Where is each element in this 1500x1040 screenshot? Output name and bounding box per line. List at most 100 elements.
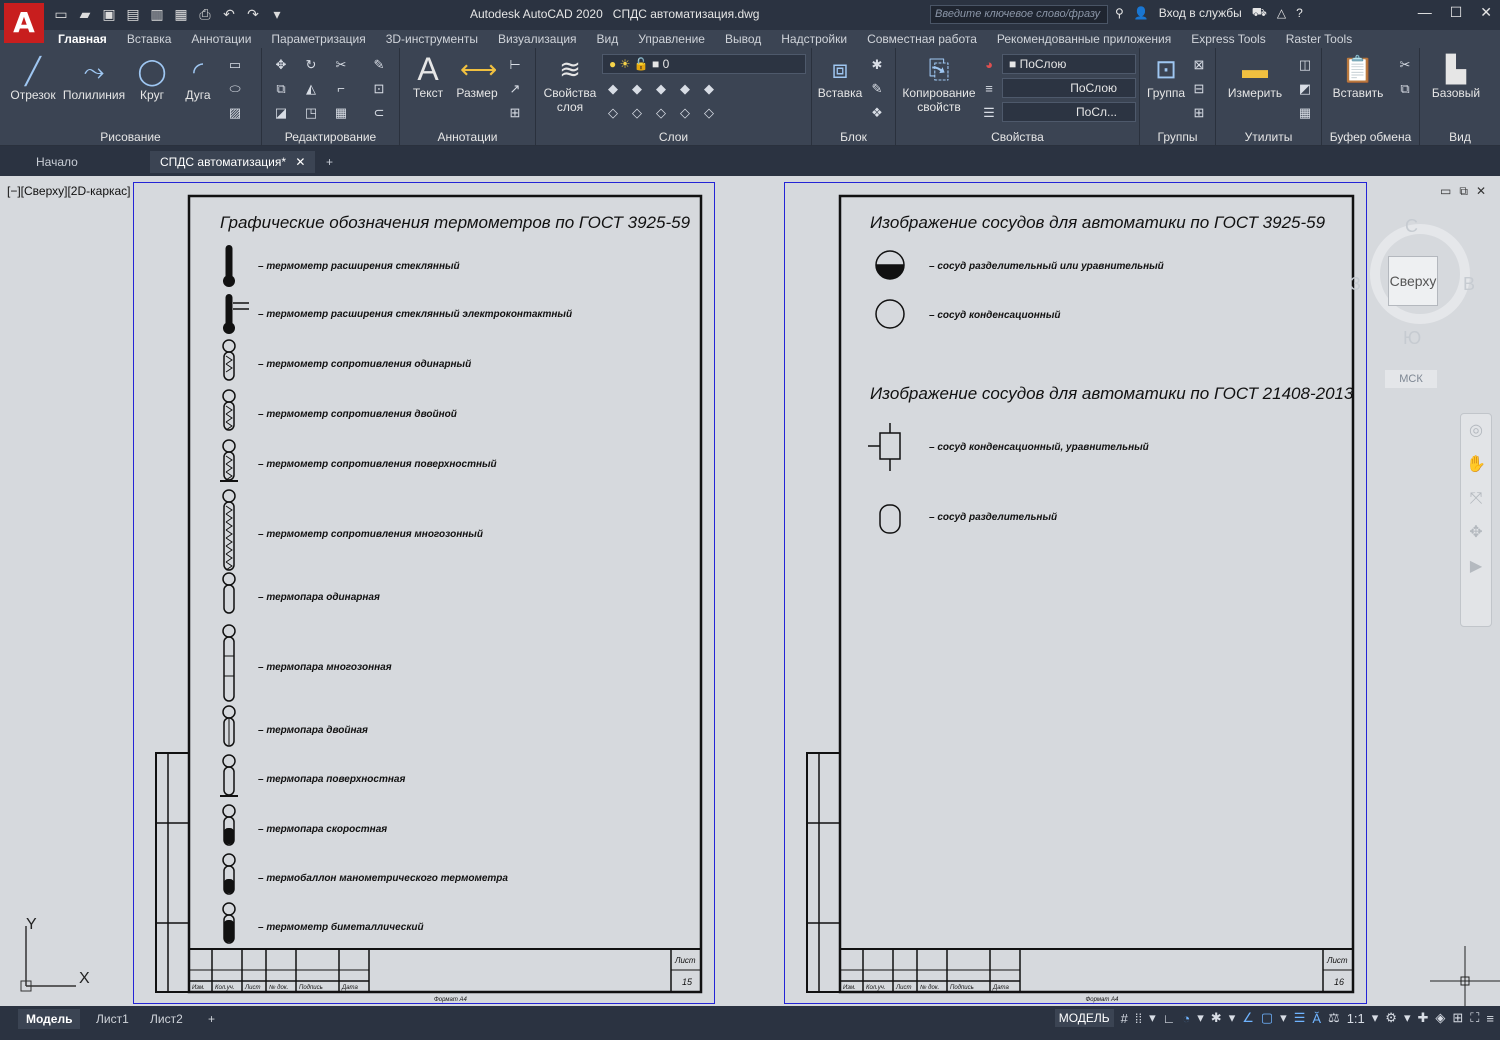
- close-tab-icon[interactable]: ✕: [295, 155, 305, 169]
- layer-tool-icon[interactable]: ◇: [652, 104, 670, 122]
- panel-block-title[interactable]: Блок: [812, 130, 895, 144]
- group-edit-icon[interactable]: ⊟: [1190, 80, 1208, 98]
- help-icon[interactable]: ?: [1296, 6, 1303, 20]
- annotation-scale-icon[interactable]: ⚖: [1328, 1010, 1340, 1026]
- customize-menu-icon[interactable]: ≡: [1486, 1011, 1494, 1026]
- paste-tool[interactable]: 📋 Вставить: [1326, 52, 1390, 100]
- scale-icon[interactable]: ◳: [302, 104, 320, 122]
- annotation-visibility-icon[interactable]: Ӑ: [1312, 1011, 1321, 1026]
- ungroup-icon[interactable]: ⊠: [1190, 56, 1208, 74]
- app-menu-button[interactable]: A: [4, 3, 44, 43]
- save-as-icon[interactable]: ▤: [124, 5, 142, 23]
- create-block-icon[interactable]: ✱: [868, 56, 886, 74]
- layer-tool-icon[interactable]: ◆: [628, 80, 646, 98]
- layer-tool-icon[interactable]: ◆: [676, 80, 694, 98]
- a360-icon[interactable]: △: [1277, 6, 1286, 20]
- color-wheel-icon[interactable]: ◕: [980, 56, 998, 74]
- hardware-acceleration-icon[interactable]: ⊞: [1452, 1010, 1463, 1026]
- close-icon[interactable]: ✕: [1476, 184, 1486, 199]
- ortho-icon[interactable]: ∟: [1163, 1011, 1176, 1026]
- user-icon[interactable]: 👤: [1134, 6, 1149, 20]
- group-tool[interactable]: ⊡ Группа: [1142, 52, 1190, 100]
- copy-icon[interactable]: ⧉: [272, 80, 290, 98]
- leader-icon[interactable]: ↗: [506, 80, 524, 98]
- dropdown-arrow-icon[interactable]: ▾: [1229, 1010, 1236, 1026]
- dropdown-arrow-icon[interactable]: ▾: [1197, 1010, 1204, 1026]
- polar-icon[interactable]: ◔: [1182, 1011, 1190, 1026]
- object-snap-icon[interactable]: ▢: [1261, 1010, 1273, 1026]
- showmotion-icon[interactable]: ▶: [1461, 550, 1491, 584]
- panel-annotation-title[interactable]: Аннотации: [400, 130, 535, 144]
- linetype-icon[interactable]: ≡: [980, 80, 998, 98]
- panel-layers-title[interactable]: Слои: [536, 130, 811, 144]
- ribbon-tab[interactable]: Визуализация: [488, 30, 587, 48]
- new-file-icon[interactable]: ▭: [52, 5, 70, 23]
- ribbon-tab[interactable]: Express Tools: [1181, 30, 1275, 48]
- panel-modify-title[interactable]: Редактирование: [262, 130, 399, 144]
- grid-icon[interactable]: #: [1121, 1011, 1128, 1026]
- layer-tool-icon[interactable]: ◆: [604, 80, 622, 98]
- ribbon-tab[interactable]: Надстройки: [771, 30, 857, 48]
- rotate-icon[interactable]: ↻: [302, 56, 320, 74]
- viewport-controls-label[interactable]: [−][Сверху][2D-каркас]: [7, 184, 131, 198]
- circle-tool[interactable]: ◯ Круг: [132, 54, 172, 102]
- zoom-extents-icon[interactable]: ⤧: [1461, 482, 1491, 516]
- minimize-icon[interactable]: ▭: [1440, 184, 1451, 199]
- clean-screen-icon[interactable]: ⛶: [1470, 1010, 1479, 1026]
- object-snap-tracking-icon[interactable]: ∠: [1242, 1010, 1254, 1026]
- ribbon-tab[interactable]: Вид: [587, 30, 629, 48]
- model-space-button[interactable]: МОДЕЛЬ: [1054, 1009, 1114, 1027]
- dropdown-arrow-icon[interactable]: ▾: [1372, 1010, 1379, 1026]
- lineweight-icon[interactable]: ☰: [980, 104, 998, 122]
- dropdown-arrow-icon[interactable]: ▾: [1280, 1010, 1287, 1026]
- viewcube-face[interactable]: Сверху: [1388, 256, 1438, 306]
- binoculars-icon[interactable]: ⚲: [1115, 6, 1124, 20]
- panel-properties-title[interactable]: Свойства: [896, 130, 1139, 144]
- snap-icon[interactable]: ⁞⁞: [1135, 1011, 1142, 1026]
- fillet-icon[interactable]: ⌐: [332, 80, 350, 98]
- tab-start[interactable]: Начало: [26, 151, 88, 173]
- select-all-icon[interactable]: ◩: [1296, 80, 1314, 98]
- gear-icon[interactable]: ⚙: [1385, 1010, 1397, 1026]
- tab-drawing[interactable]: СПДС автоматизация* ✕: [150, 151, 316, 173]
- panel-utilities-title[interactable]: Утилиты: [1216, 130, 1321, 144]
- compass-east[interactable]: В: [1463, 274, 1475, 295]
- ribbon-tab[interactable]: Рекомендованные приложения: [987, 30, 1181, 48]
- isolate-objects-icon[interactable]: ◈: [1435, 1010, 1445, 1026]
- pan-icon[interactable]: ✋: [1461, 448, 1491, 482]
- add-layout-button[interactable]: +: [200, 1009, 223, 1029]
- dropdown-arrow-icon[interactable]: ▾: [1404, 1010, 1411, 1026]
- ribbon-tab[interactable]: 3D-инструменты: [376, 30, 488, 48]
- cart-icon[interactable]: ⛟: [1252, 5, 1267, 21]
- attribute-icon[interactable]: ❖: [868, 104, 886, 122]
- cut-icon[interactable]: ✂: [1396, 56, 1414, 74]
- panel-groups-title[interactable]: Группы: [1140, 130, 1215, 144]
- wcs-dropdown[interactable]: МСК: [1385, 370, 1437, 388]
- ellipse-icon[interactable]: ⬭: [226, 80, 244, 98]
- ribbon-tab[interactable]: Совместная работа: [857, 30, 987, 48]
- move-icon[interactable]: ✥: [272, 56, 290, 74]
- offset-icon[interactable]: ⊂: [370, 104, 388, 122]
- plus-icon[interactable]: ✚: [1417, 1010, 1428, 1026]
- stretch-icon[interactable]: ◪: [272, 104, 290, 122]
- layer-properties-tool[interactable]: ≋ Свойства слоя: [542, 52, 598, 114]
- rectangle-icon[interactable]: ▭: [226, 56, 244, 74]
- redo-icon[interactable]: ↷: [244, 5, 262, 23]
- layer-tool-icon[interactable]: ◆: [700, 80, 718, 98]
- group-select-icon[interactable]: ⊞: [1190, 104, 1208, 122]
- explode-icon[interactable]: ⊡: [370, 80, 388, 98]
- drawing-area[interactable]: [−][Сверху][2D-каркас] ▭ ⧉ ✕ Изм. Кол.уч.…: [0, 176, 1500, 1016]
- annotation-scale-value[interactable]: 1:1: [1347, 1011, 1365, 1026]
- match-properties-tool[interactable]: ⎘ Копирование свойств: [900, 52, 978, 114]
- maximize-icon[interactable]: ☐: [1450, 4, 1463, 21]
- web-save-icon[interactable]: ▦: [172, 5, 190, 23]
- measure-tool[interactable]: ▬ Измерить: [1220, 52, 1290, 100]
- hatch-icon[interactable]: ▨: [226, 104, 244, 122]
- print-icon[interactable]: ⎙: [196, 5, 214, 23]
- open-folder-icon[interactable]: ▰: [76, 5, 94, 23]
- line-tool[interactable]: ╱ Отрезок: [8, 54, 58, 102]
- calculator-icon[interactable]: ▦: [1296, 104, 1314, 122]
- customize-qat-icon[interactable]: ▾: [268, 5, 286, 23]
- close-icon[interactable]: ✕: [1480, 4, 1492, 21]
- erase-icon[interactable]: ✎: [370, 56, 388, 74]
